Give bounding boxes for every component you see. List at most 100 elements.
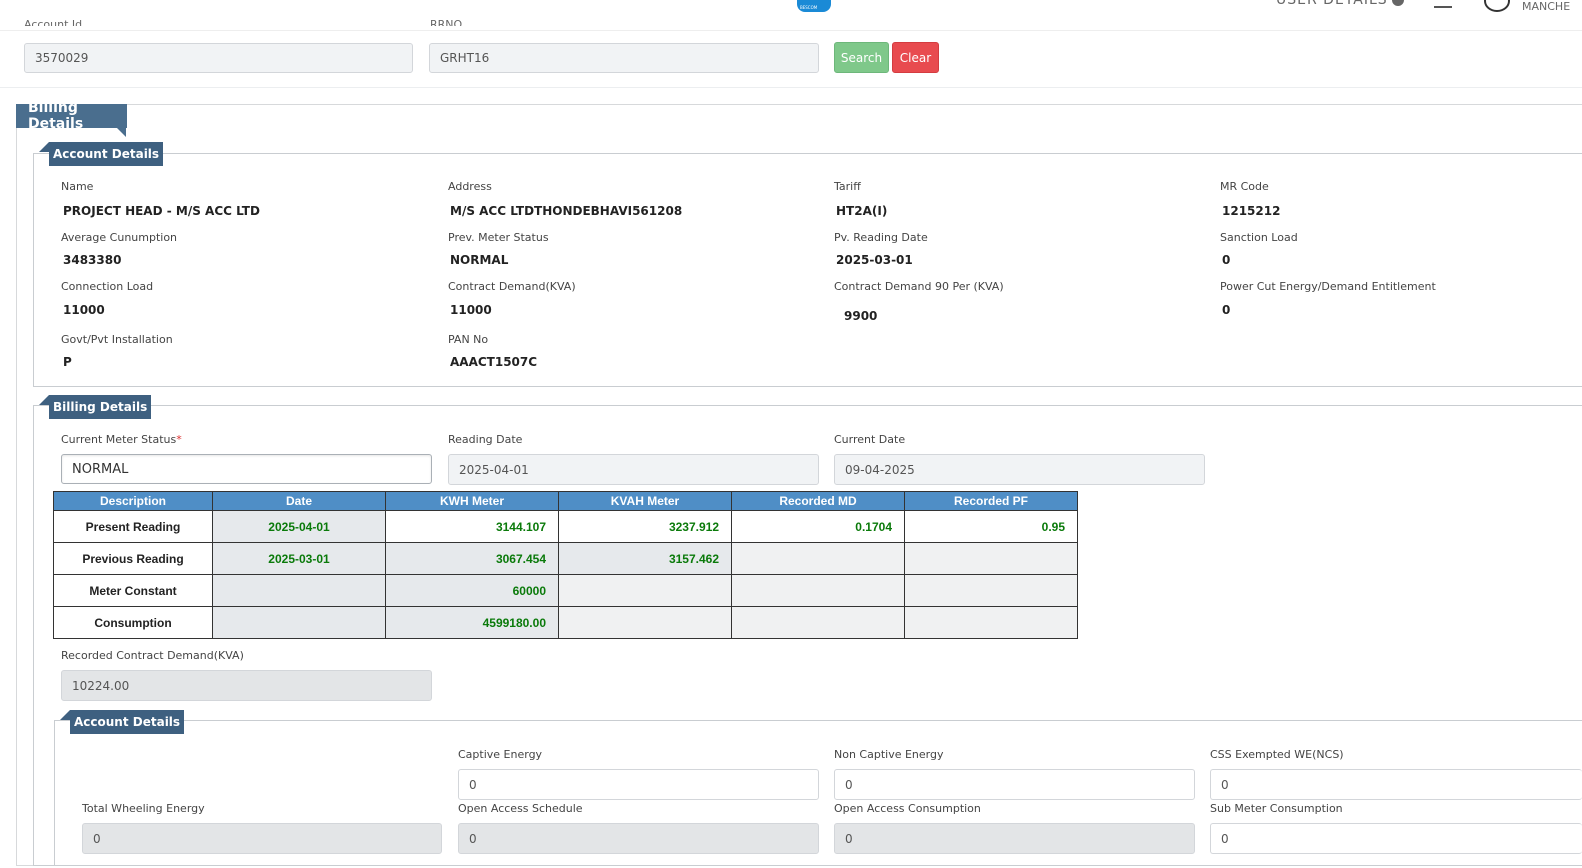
field-value: PROJECT HEAD - M/S ACC LTD	[63, 204, 260, 218]
notification-icon[interactable]	[1434, 0, 1452, 8]
section-border	[33, 153, 1582, 154]
current-meter-status-select[interactable]: NORMAL	[61, 454, 432, 484]
bescom-logo[interactable]: BESCOM	[797, 0, 831, 12]
kvah-cell[interactable]: 3237.912	[558, 510, 732, 543]
search-button[interactable]: Search	[834, 42, 889, 73]
reading-date-input[interactable]: 2025-04-01	[448, 454, 819, 485]
non-captive-energy-input[interactable]: 0	[834, 769, 1195, 800]
top-navbar: BESCOM USER DETAILS MANCHE	[0, 0, 1582, 31]
kvah-cell	[558, 574, 732, 607]
user-avatar-icon[interactable]	[1484, 0, 1510, 12]
field-label: Contract Demand 90 Per (KVA)	[834, 280, 1004, 293]
non-captive-energy-label: Non Captive Energy	[834, 748, 944, 761]
recorded-pf-cell[interactable]: 0.95	[904, 510, 1078, 543]
date-cell: 2025-04-01	[212, 510, 386, 543]
column-header: Date	[212, 491, 386, 511]
field-value: P	[63, 355, 72, 369]
field-label: Govt/Pvt Installation	[61, 333, 173, 346]
column-header: KWH Meter	[385, 491, 559, 511]
current-date-label: Current Date	[834, 433, 906, 446]
recorded-md-cell	[731, 574, 905, 607]
divider	[0, 87, 1582, 88]
date-cell	[212, 606, 386, 639]
account-details-legend: Account Details	[38, 142, 164, 166]
oa-schedule-input[interactable]: 0	[458, 823, 819, 854]
field-value: 9900	[844, 309, 878, 323]
field-value: 11000	[63, 303, 105, 317]
info-icon	[1391, 0, 1404, 6]
kwh-cell: 3067.454	[385, 542, 559, 575]
column-header: Description	[53, 491, 213, 511]
field-label: Address	[448, 180, 492, 193]
recorded-cd-label: Recorded Contract Demand(KVA)	[61, 649, 244, 662]
tab-arrow	[117, 128, 126, 137]
field-label: PAN No	[448, 333, 489, 346]
kwh-cell[interactable]: 3144.107	[385, 510, 559, 543]
row-description: Present Reading	[53, 510, 213, 543]
oa-schedule-label: Open Access Schedule	[458, 802, 583, 815]
total-wheeling-input[interactable]: 0	[82, 823, 442, 854]
billing-details-tab[interactable]: Billing Details	[16, 100, 127, 132]
table-row: Meter Constant 60000	[53, 574, 1078, 607]
field-value: HT2A(I)	[836, 204, 888, 218]
recorded-cd-input[interactable]: 10224.00	[61, 670, 432, 701]
sub-meter-label: Sub Meter Consumption	[1210, 802, 1343, 815]
logo-text: BESCOM	[800, 5, 818, 10]
account-id-label: Account Id	[24, 18, 83, 26]
sub-meter-input[interactable]: 0	[1210, 823, 1582, 854]
total-wheeling-label: Total Wheeling Energy	[82, 802, 205, 815]
recorded-pf-cell	[904, 574, 1078, 607]
field-label: Name	[61, 180, 94, 193]
user-details-label: USER DETAILS	[1276, 0, 1388, 8]
field-value: 2025-03-01	[836, 253, 913, 267]
recorded-md-cell[interactable]: 0.1704	[731, 510, 905, 543]
field-value: 0	[1222, 303, 1231, 317]
kvah-cell: 3157.462	[558, 542, 732, 575]
field-label: MR Code	[1220, 180, 1269, 193]
user-name: MANCHE	[1522, 0, 1571, 13]
oa-consumption-label: Open Access Consumption	[834, 802, 981, 815]
current-meter-status-label: Current Meter Status*	[61, 433, 182, 446]
clear-button[interactable]: Clear	[892, 42, 939, 73]
energy-section-legend: Account Details	[59, 710, 185, 734]
billing-details-legend: Billing Details	[38, 395, 152, 419]
field-value: NORMAL	[450, 253, 509, 267]
field-label: Prev. Meter Status	[448, 231, 549, 244]
css-exempted-input[interactable]: 0	[1210, 769, 1582, 800]
kwh-cell: 60000	[385, 574, 559, 607]
column-header: Recorded PF	[904, 491, 1078, 511]
field-label: Connection Load	[61, 280, 154, 293]
column-header: Recorded MD	[731, 491, 905, 511]
field-value: AAACT1507C	[450, 355, 538, 369]
section-border	[33, 405, 1582, 406]
field-value: 3483380	[63, 253, 122, 267]
meter-reading-table: Description Date KWH Meter KVAH Meter Re…	[53, 491, 1078, 639]
date-cell	[212, 574, 386, 607]
section-border	[54, 720, 1582, 721]
field-value: 1215212	[1222, 204, 1281, 218]
oa-consumption-input[interactable]: 0	[834, 823, 1195, 854]
recorded-md-cell	[731, 606, 905, 639]
date-cell: 2025-03-01	[212, 542, 386, 575]
field-value: M/S ACC LTDTHONDEBHAVI561208	[450, 204, 683, 218]
css-exempted-label: CSS Exempted WE(NCS)	[1210, 748, 1344, 761]
field-label: Pv. Reading Date	[834, 231, 928, 244]
rrno-label: RRNO	[430, 18, 463, 26]
reading-date-label: Reading Date	[448, 433, 523, 446]
table-row: Present Reading 2025-04-01 3144.107 3237…	[53, 510, 1078, 543]
recorded-pf-cell	[904, 606, 1078, 639]
field-label: Tariff	[834, 180, 861, 193]
field-label: Average Cunumption	[61, 231, 178, 244]
table-row: Previous Reading 2025-03-01 3067.454 315…	[53, 542, 1078, 575]
user-details-menu[interactable]: USER DETAILS	[1276, 0, 1404, 8]
kwh-cell: 4599180.00	[385, 606, 559, 639]
captive-energy-input[interactable]: 0	[458, 769, 819, 800]
account-id-input[interactable]: 3570029	[24, 43, 413, 73]
current-date-input[interactable]: 09-04-2025	[834, 454, 1205, 485]
account-details-section	[33, 153, 1582, 387]
label-text: Current Meter Status	[61, 433, 177, 446]
rrno-input[interactable]: GRHT16	[429, 43, 819, 73]
kvah-cell	[558, 606, 732, 639]
field-label: Sanction Load	[1220, 231, 1298, 244]
field-value: 11000	[450, 303, 492, 317]
